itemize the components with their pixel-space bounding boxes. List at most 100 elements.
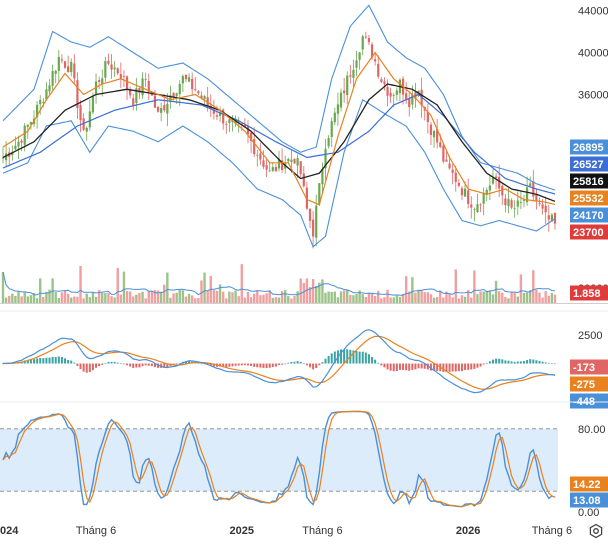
candle-body [129,89,132,96]
price-candle [473,207,476,222]
volume-bar [63,290,67,303]
volume-panel[interactable] [0,264,608,304]
volume-bar [178,289,181,303]
candle-body [98,80,101,82]
volume-bar [373,296,377,303]
candle-body [463,188,467,197]
candle-body [113,67,116,70]
price-candle [129,86,132,99]
volume-bar [88,297,92,303]
candle-body [116,68,119,74]
volume-bar [553,294,557,303]
price-candle [305,181,309,210]
ma-long-line [2,93,556,195]
badge-label: -275 [573,379,595,391]
macd-histogram-bar [541,361,544,364]
candle-body [470,204,473,208]
volume-bar [228,291,231,303]
volume-bar [525,292,529,303]
x-tick-label: 2026 [456,525,480,537]
volume-bar [122,271,126,303]
volume-bar [48,289,51,303]
macd-histogram-bar [175,363,178,365]
candle-body [197,91,200,94]
price-candle [73,54,76,85]
volume-bar [364,296,368,303]
price-badge: 25816 [570,173,608,189]
macd-histogram-bar [237,363,240,366]
volume-bar [423,292,426,303]
settings-icon[interactable] [588,523,604,539]
candle-body [160,108,163,113]
volume-bar [284,290,287,303]
price-candle [104,56,107,82]
macd-histogram-bar [374,359,377,364]
price-candle [315,194,318,247]
volume-bar [187,293,191,303]
candle-body [352,69,355,78]
volume-bar [476,294,479,303]
price-candle [476,193,479,213]
volume-bar [420,289,423,303]
volume-bar [206,290,209,303]
volume-bar [54,292,57,303]
candle-body [274,167,277,172]
price-candle [259,142,262,165]
price-candle [529,176,532,188]
macd-histogram-bar [98,363,101,367]
price-candle [361,34,364,56]
macd-histogram-bar [495,358,498,364]
macd-histogram-bar [299,361,302,364]
candle-body [63,61,67,68]
volume-bar [432,297,436,303]
candle-body [228,119,231,123]
candle-body [529,183,532,187]
macd-histogram-bar [377,362,380,364]
macd-histogram-bar [498,358,501,364]
candle-body [429,124,433,135]
candle-body [296,158,299,166]
candle-body [445,159,448,162]
candle-body [473,209,476,211]
volume-bar [212,289,216,303]
price-panel[interactable] [1,4,557,249]
volume-bar [327,291,330,303]
candle-body [327,138,330,147]
volume-bar [429,294,433,303]
candle-body [302,173,305,187]
macd-histogram-bar [355,351,358,364]
candle-body [215,115,219,117]
stock-chart[interactable]: 44000 40000 36000 26895 26527 25816 25532 24170… [0,0,608,539]
candle-body [454,172,457,182]
price-candle [386,79,389,107]
macd-histogram-bar [386,363,389,370]
volume-bar [411,277,414,303]
macd-panel[interactable] [2,329,556,394]
price-candle [516,191,519,216]
stochastic-panel[interactable] [0,410,558,508]
volume-bar [417,289,420,303]
volume-bar [507,298,510,303]
volume-bar [544,291,547,303]
candle-body [538,203,541,205]
macd-histogram-bar [420,363,423,369]
badge-label: 25816 [573,176,604,188]
macd-histogram-bar [240,363,243,366]
price-candle [451,164,454,185]
price-candle [1,147,5,164]
candle-body [544,205,547,213]
volume-bar [435,296,439,303]
price-candle [184,74,188,83]
price-candle [339,88,343,112]
macd-histogram-bar [448,363,451,372]
volume-bar [119,294,123,303]
volume-bar [135,294,138,303]
candle-body [439,142,442,147]
y-tick-label: 44000 [578,6,608,18]
price-candle [501,183,504,205]
candle-body [153,95,157,108]
volume-bar [107,293,110,303]
price-candle [88,99,91,131]
volume-bar [42,296,45,303]
price-candle [494,172,498,190]
